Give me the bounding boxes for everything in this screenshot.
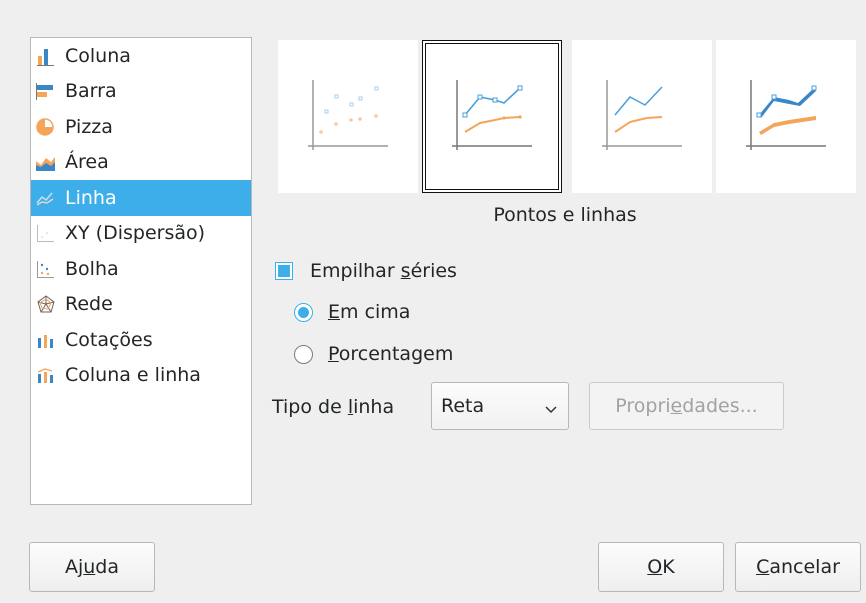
stack-series-checkbox[interactable]: Empilhar séries xyxy=(275,260,457,282)
net-chart-icon xyxy=(35,294,59,314)
chart-type-linha[interactable]: Linha xyxy=(31,180,251,216)
variant-caption: Pontos e linhas xyxy=(493,204,637,226)
chevron-down-icon xyxy=(544,399,558,421)
chart-type-coluna-e-linha[interactable]: Coluna e linha xyxy=(31,358,251,394)
chart-type-label: Barra xyxy=(65,80,117,103)
percent-radio[interactable]: Porcentagem xyxy=(294,343,453,365)
column-chart-icon xyxy=(35,46,59,66)
on-top-radio[interactable]: Em cima xyxy=(294,301,410,323)
variant-points-and-lines[interactable] xyxy=(422,40,562,193)
line-type-value: Reta xyxy=(441,395,485,417)
area-chart-icon xyxy=(35,152,59,172)
chart-type-area[interactable]: Área xyxy=(31,145,251,181)
variant-3d-lines[interactable] xyxy=(716,40,856,193)
column-and-line-chart-icon xyxy=(35,365,59,385)
chart-type-label: Área xyxy=(65,151,109,174)
chart-type-xy-dispersao[interactable]: XY (Dispersão) xyxy=(31,216,251,252)
chart-type-label: Coluna e linha xyxy=(65,364,201,387)
chart-type-coluna[interactable]: Coluna xyxy=(31,38,251,74)
bubble-chart-icon xyxy=(35,259,59,279)
stock-chart-icon xyxy=(35,330,59,350)
radio-button[interactable] xyxy=(294,344,313,364)
chart-type-label: XY (Dispersão) xyxy=(65,222,206,245)
stack-series-label: Empilhar séries xyxy=(310,260,457,282)
line-chart-icon xyxy=(35,188,59,208)
pie-chart-icon xyxy=(35,117,59,137)
chart-type-pizza[interactable]: Pizza xyxy=(31,109,251,145)
bar-chart-icon xyxy=(35,81,59,101)
variant-points-only[interactable] xyxy=(278,40,418,193)
ok-button[interactable]: OK xyxy=(598,542,724,592)
chart-type-list[interactable]: Coluna Barra Pizza Área Linha XY (Disper… xyxy=(30,37,252,505)
percent-label: Porcentagem xyxy=(328,343,454,365)
cancel-button[interactable]: Cancelar xyxy=(735,542,861,592)
line-type-label: Tipo de linha xyxy=(272,396,395,418)
line-type-select[interactable]: Reta xyxy=(431,382,569,430)
chart-type-cotacoes[interactable]: Cotações xyxy=(31,322,251,358)
chart-type-label: Coluna xyxy=(65,44,131,67)
chart-type-label: Pizza xyxy=(65,115,113,138)
properties-button[interactable]: Propri e dades... xyxy=(589,382,784,430)
variant-lines-only[interactable] xyxy=(572,40,712,193)
checkbox-box[interactable] xyxy=(275,262,293,280)
chart-type-label: Linha xyxy=(65,186,117,209)
on-top-label: Em cima xyxy=(328,301,411,323)
chart-type-barra[interactable]: Barra xyxy=(31,74,251,110)
chart-type-rede[interactable]: Rede xyxy=(31,287,251,323)
help-button[interactable]: Aj u da xyxy=(29,542,155,592)
xy-scatter-chart-icon xyxy=(35,223,59,243)
radio-button[interactable] xyxy=(294,302,313,322)
chart-type-label: Rede xyxy=(65,293,113,316)
chart-type-label: Cotações xyxy=(65,328,153,351)
chart-type-label: Bolha xyxy=(65,257,119,280)
chart-type-bolha[interactable]: Bolha xyxy=(31,251,251,287)
